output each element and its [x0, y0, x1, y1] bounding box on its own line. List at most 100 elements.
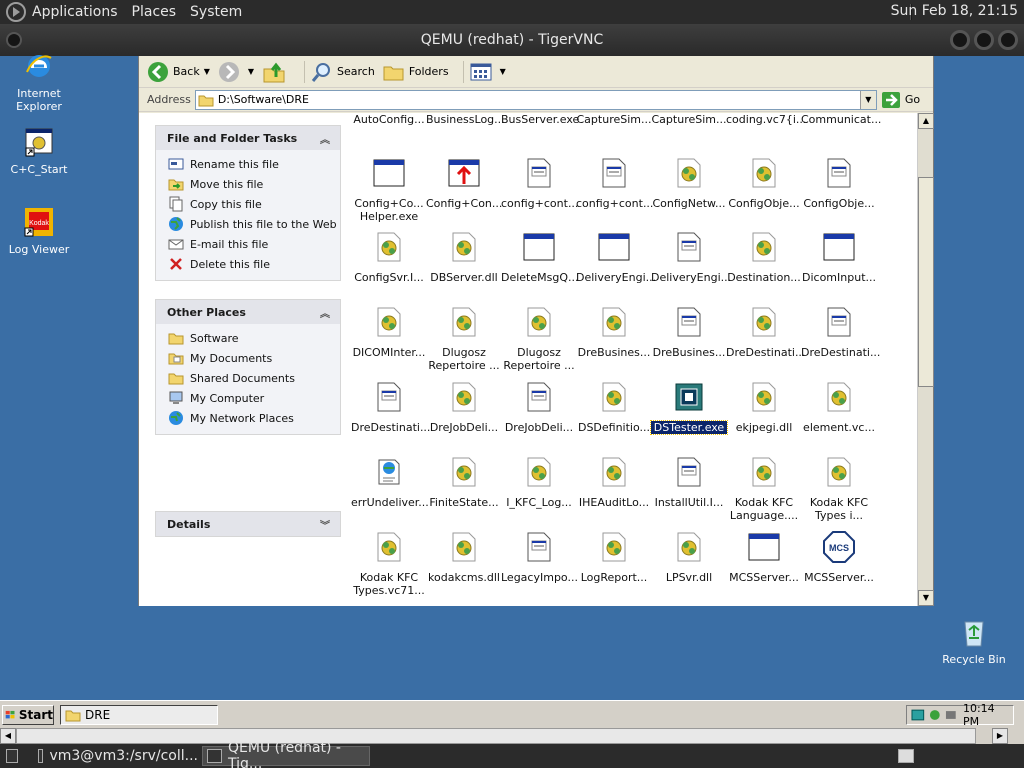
file-item[interactable]: FiniteState... — [426, 456, 502, 509]
file-item[interactable]: BusServer.exe — [501, 113, 579, 126]
start-button[interactable]: Start — [2, 705, 54, 725]
task-email[interactable]: E-mail this file — [156, 234, 340, 254]
menu-applications[interactable]: Applications — [32, 4, 118, 20]
gnome-foot-icon[interactable] — [6, 2, 26, 22]
file-item[interactable]: config+cont... — [501, 157, 578, 210]
file-item[interactable]: Destination... — [726, 231, 802, 284]
workspace-switcher[interactable] — [894, 746, 924, 766]
scroll-up-arrow-icon[interactable]: ▲ — [918, 113, 934, 129]
address-field[interactable]: D:\Software\DRE ▼ — [194, 89, 877, 110]
file-item[interactable]: DBServer.dll — [426, 231, 502, 284]
file-item[interactable]: DreDestinati... — [726, 306, 805, 359]
file-item[interactable]: DSDefinitio... — [576, 381, 652, 434]
chevron-down-icon[interactable]: ▼ — [500, 67, 506, 76]
menu-system[interactable]: System — [190, 4, 242, 20]
places-panel-header[interactable]: Other Places ︽ — [156, 300, 340, 324]
collapse-icon[interactable]: ︽ — [320, 131, 330, 146]
file-item[interactable]: DICOMInter... — [351, 306, 427, 359]
network-tray-icon[interactable] — [911, 708, 925, 722]
scroll-down-arrow-icon[interactable]: ▼ — [918, 590, 934, 606]
file-item[interactable]: Kodak KFC Language.... — [726, 456, 802, 522]
file-item[interactable]: CaptureSim... — [576, 113, 652, 126]
file-item[interactable]: InstallUtil.I... — [651, 456, 727, 509]
file-item[interactable]: ConfigNetw... — [651, 157, 727, 210]
taskbar-clock[interactable]: 10:14 PM — [963, 702, 1013, 728]
desktop-icon-internet-explorer[interactable]: Internet Explorer — [1, 50, 77, 113]
file-item[interactable]: ConfigSvr.I... — [351, 231, 427, 284]
place-my-computer[interactable]: My Computer — [156, 388, 340, 408]
vertical-scrollbar[interactable]: ▲ ▼ — [917, 113, 934, 606]
file-list-view[interactable]: AutoConfig... BusinessLog... BusServer.exe… — [349, 113, 917, 606]
back-button[interactable]: Back ▼ — [147, 61, 210, 83]
show-desktop-button[interactable] — [2, 746, 24, 766]
file-item[interactable]: Kodak KFC Types.vc71... — [351, 531, 427, 597]
scroll-thumb[interactable] — [918, 177, 934, 387]
file-item[interactable]: Config+Co... Helper.exe — [351, 157, 427, 223]
file-item[interactable]: MCSServer... — [726, 531, 802, 584]
file-item[interactable]: AutoConfig... — [351, 113, 427, 126]
file-item[interactable]: DicomInput... — [801, 231, 877, 284]
folders-button[interactable]: Folders — [383, 62, 449, 82]
file-item[interactable]: kodakcms.dll — [426, 531, 502, 584]
desktop-icon-recycle-bin[interactable]: Recycle Bin — [936, 616, 1012, 666]
file-item[interactable]: LegacyImpo... — [501, 531, 578, 584]
window-menu-button[interactable] — [6, 32, 22, 48]
file-item[interactable]: DreDestinati... — [801, 306, 880, 359]
task-rename[interactable]: Rename this file — [156, 154, 340, 174]
file-item[interactable]: IHEAuditLo... — [576, 456, 652, 509]
go-button[interactable]: Go — [881, 91, 920, 109]
file-item[interactable]: errUndeliver... — [351, 456, 429, 509]
file-item[interactable]: ekjpegi.dll — [726, 381, 802, 434]
menu-places[interactable]: Places — [132, 4, 177, 20]
file-item[interactable]: DeliveryEngi... — [576, 231, 656, 284]
gear-tray-icon[interactable] — [928, 708, 942, 722]
file-item[interactable]: BusinessLog... — [426, 113, 505, 126]
vnc-horizontal-scrollbar[interactable]: ◀ ▶ — [0, 728, 1024, 744]
place-software[interactable]: Software — [156, 328, 340, 348]
file-item[interactable]: DreDestinati... — [351, 381, 430, 434]
views-button[interactable]: ▼ — [470, 62, 506, 82]
file-item[interactable]: DreBusines... — [651, 306, 727, 359]
up-folder-button[interactable] — [262, 61, 290, 83]
task-move[interactable]: Move this file — [156, 174, 340, 194]
file-item[interactable]: DeliveryEngi... — [651, 231, 731, 284]
file-item[interactable]: element.vc... — [801, 381, 877, 434]
file-item[interactable]: MCS MCSServer... — [801, 531, 877, 584]
forward-button[interactable]: ▼ — [218, 61, 254, 83]
scroll-left-arrow-icon[interactable]: ◀ — [0, 728, 16, 744]
file-item[interactable]: DreBusines... — [576, 306, 652, 359]
tasks-panel-header[interactable]: File and Folder Tasks ︽ — [156, 126, 340, 150]
task-tigervnc[interactable]: QEMU (redhat) - Tig... — [202, 740, 370, 768]
taskbar-item-dre[interactable]: DRE — [60, 705, 218, 725]
file-item[interactable]: LogReport... — [576, 531, 652, 584]
file-item[interactable]: Dlugosz Repertoire ... — [501, 306, 577, 372]
address-dropdown-icon[interactable]: ▼ — [859, 90, 876, 109]
file-item[interactable]: DreJobDeli... — [501, 381, 577, 434]
search-button[interactable]: Search — [311, 61, 375, 83]
place-my-network-places[interactable]: My Network Places — [156, 408, 340, 428]
chevron-down-icon[interactable]: ▼ — [248, 67, 254, 76]
file-item[interactable]: LPSvr.dll — [651, 531, 727, 584]
place-my-documents[interactable]: My Documents — [156, 348, 340, 368]
place-shared-documents[interactable]: Shared Documents — [156, 368, 340, 388]
file-item[interactable]: I_KFC_Log... — [501, 456, 577, 509]
speaker-tray-icon[interactable] — [944, 708, 958, 722]
collapse-icon[interactable]: ︽ — [320, 305, 330, 320]
file-item[interactable]: coding.vc7{i... — [726, 113, 806, 126]
task-publish[interactable]: Publish this file to the Web — [156, 214, 340, 234]
hscroll-thumb[interactable] — [16, 728, 976, 744]
file-item[interactable]: ConfigObje... — [801, 157, 877, 210]
file-item[interactable]: Kodak KFC Types i... — [801, 456, 877, 522]
file-item[interactable]: CaptureSim... — [651, 113, 727, 126]
desktop-icon-cc-start[interactable]: C+C_Start — [1, 126, 77, 176]
details-panel-header[interactable]: Details ︾ — [156, 512, 340, 536]
file-item[interactable]: DSTester.exe — [650, 381, 728, 435]
clock[interactable]: Sun Feb 18, 21:15 — [891, 3, 1018, 19]
expand-icon[interactable]: ︾ — [320, 517, 330, 532]
close-button[interactable] — [998, 30, 1018, 50]
chevron-down-icon[interactable]: ▼ — [204, 67, 210, 76]
file-item[interactable]: Config+Con... — [426, 157, 502, 210]
vnc-title-bar[interactable]: QEMU (redhat) - TigerVNC — [0, 24, 1024, 56]
maximize-button[interactable] — [974, 30, 994, 50]
scroll-right-arrow-icon[interactable]: ▶ — [992, 728, 1008, 744]
